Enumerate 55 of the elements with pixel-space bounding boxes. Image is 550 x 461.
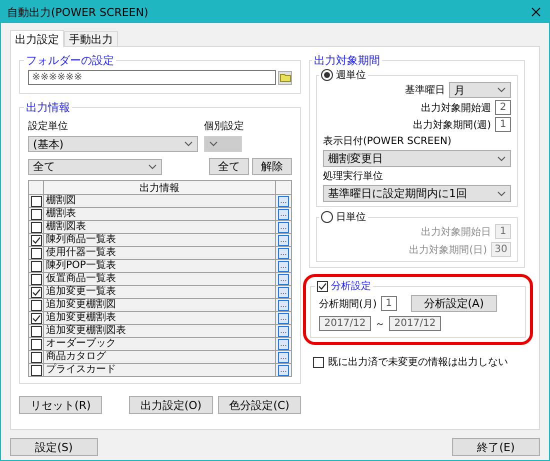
unit-dropdown[interactable]: (基本): [28, 136, 198, 152]
table-cell: 棚割表: [46, 209, 76, 219]
close-button[interactable]: 終了(E): [452, 438, 540, 456]
execution-unit-dropdown[interactable]: 基準曜日に設定期間内に1回: [323, 185, 511, 202]
table-cell: 追加変更棚割表: [46, 313, 116, 323]
field-label: 設定単位: [28, 120, 69, 133]
color-settings-button[interactable]: 色分設定(C): [218, 396, 301, 414]
field-label: 出力対象開始週: [421, 102, 491, 114]
table-cell: 仮置商品一覧表: [46, 274, 116, 284]
table-cell: 追加変更棚割図: [46, 300, 116, 310]
field-label: 出力対象期間(日): [409, 244, 487, 256]
reset-button[interactable]: リセット(R): [19, 396, 102, 414]
table-cell: 追加変更一覧表: [46, 287, 116, 297]
field-label: 基準曜日: [405, 84, 445, 97]
field-label: 個別設定: [204, 120, 244, 133]
table-cell: 陳列POP一覧表: [46, 261, 116, 271]
tab[interactable]: 出力設定: [10, 30, 64, 47]
table-cell: 陳列商品一覧表: [46, 235, 116, 245]
field-label: 表示日付(POWER SCREEN): [323, 134, 452, 148]
settings-button[interactable]: 設定(S): [10, 438, 98, 456]
output-settings-button[interactable]: 出力設定(O): [129, 396, 213, 414]
table-cell: オーダーブック: [46, 339, 116, 349]
table-cell: 棚割図表: [46, 222, 86, 232]
from-date-field[interactable]: 2017/12: [319, 316, 371, 331]
field-label: 出力対象開始日: [421, 226, 491, 238]
table-cell: 商品カタログ: [46, 352, 106, 362]
table-cell: 使用什器一覧表: [46, 248, 116, 258]
table-cell: 棚割図: [46, 196, 76, 206]
group-legend: 分析設定: [331, 279, 371, 293]
field-label: 出力対象期間(週): [413, 118, 491, 132]
analysis-settings-button[interactable]: 分析設定(A): [410, 295, 497, 312]
tab[interactable]: 手動出力: [64, 31, 118, 46]
group-legend: フォルダーの設定: [24, 53, 116, 68]
select-all-button[interactable]: 全て: [209, 158, 249, 175]
number-field[interactable]: 2: [495, 100, 511, 115]
table-cell: プライスカード: [46, 365, 116, 375]
window-title: 自動出力(POWER SCREEN): [7, 4, 148, 20]
column-header: 出力情報: [140, 182, 180, 195]
weekday-dropdown[interactable]: 月: [449, 82, 511, 98]
field-label: 処理実行単位: [323, 170, 384, 183]
clear-button[interactable]: 解除: [252, 158, 292, 175]
radio-label: 週単位: [336, 69, 366, 82]
folder-path-field[interactable]: ※※※※※※: [28, 70, 276, 85]
number-field[interactable]: 1: [380, 296, 397, 311]
group-legend: 出力対象期間: [312, 53, 382, 68]
checkbox-label: 既に出力済で未変更の情報は出力しない: [328, 356, 508, 369]
filter-dropdown[interactable]: 全て: [28, 158, 162, 174]
radio-label: 日単位: [336, 211, 366, 224]
group-legend: 出力情報: [24, 100, 72, 115]
table-cell: 追加変更棚割図表: [46, 326, 126, 336]
display-date-dropdown[interactable]: 棚割変更日: [323, 150, 511, 167]
field-label: 分析期間(月): [319, 298, 377, 310]
range-separator: ～: [375, 318, 385, 330]
number-field[interactable]: 1: [495, 117, 511, 132]
to-date-field[interactable]: 2017/12: [389, 316, 441, 331]
